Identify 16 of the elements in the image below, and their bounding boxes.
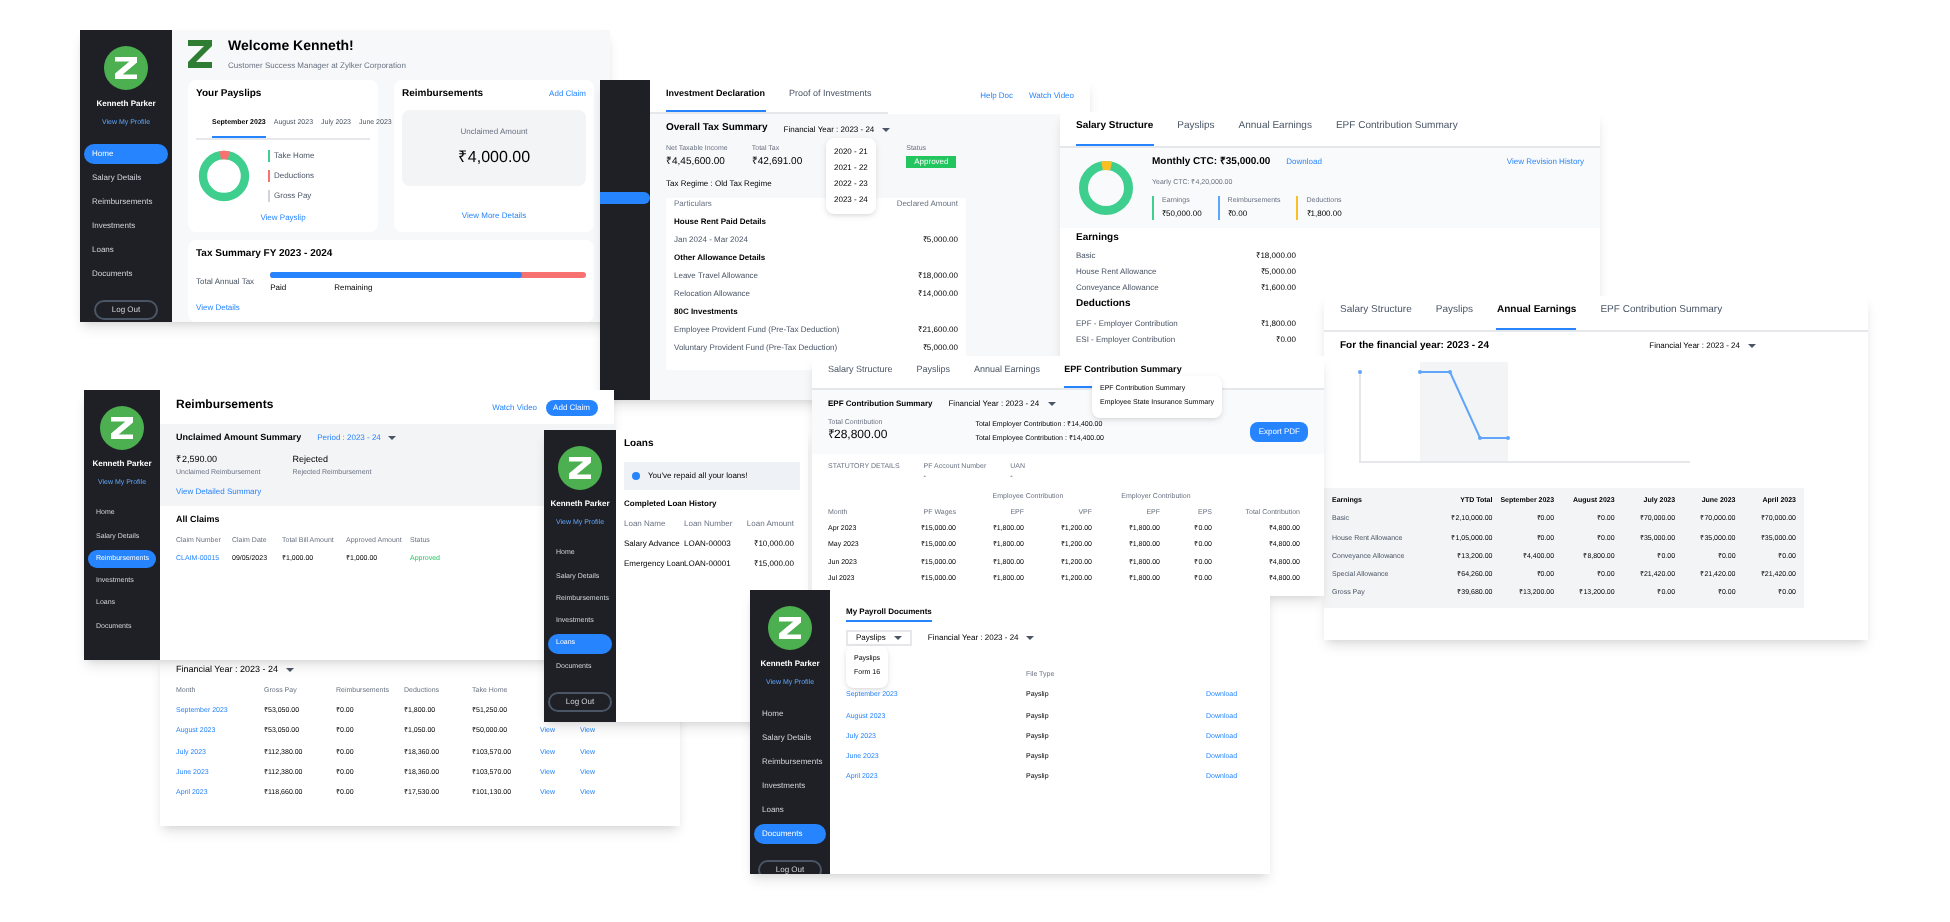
logo-icon (104, 46, 148, 90)
donut-chart-drawing (196, 148, 252, 205)
caret-icon (1026, 636, 1035, 640)
logo-icon (558, 446, 602, 490)
amount-value: ₹4,000.00 (457, 146, 531, 170)
logo-icon (188, 40, 212, 69)
donut-chart-drawing (1076, 157, 1136, 217)
caret-icon (882, 127, 891, 131)
nav-highlight (600, 192, 650, 204)
caret-icon (1748, 344, 1756, 349)
logo-icon (768, 606, 812, 650)
caret-icon (893, 636, 902, 640)
logo-icon (100, 406, 144, 450)
caret-icon (1047, 401, 1056, 406)
caret-icon (388, 436, 397, 441)
caret-icon (286, 668, 295, 673)
